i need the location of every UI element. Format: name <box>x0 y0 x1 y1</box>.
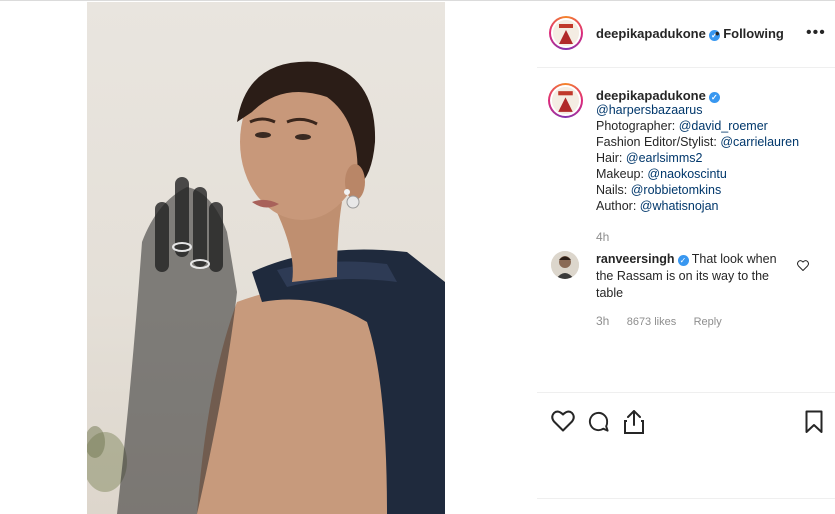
caption-line: Hair: @earlsimms2 <box>596 151 703 165</box>
mention-link[interactable]: @naokoscintu <box>647 167 726 181</box>
commenter-avatar[interactable] <box>551 251 579 279</box>
header-username[interactable]: deepikapadukone ✓ <box>596 26 720 41</box>
mention-link[interactable]: @harpersbazaarus <box>596 103 703 117</box>
caption-line: Makeup: @naokoscintu <box>596 167 727 181</box>
mention-link[interactable]: @earlsimms2 <box>626 151 703 165</box>
save-bookmark-icon[interactable] <box>805 410 823 439</box>
comment-body: ranveersingh ✓ That look when the Rassam … <box>596 251 786 302</box>
follow-status[interactable]: • Following <box>715 26 784 41</box>
mention-link[interactable]: @david_roemer <box>679 119 768 133</box>
instagram-post-page: deepikapadukone ✓ • Following ••• deepika… <box>0 0 835 514</box>
following-button[interactable]: Following <box>723 26 784 41</box>
caption-line: @harpersbazaarus <box>596 103 703 117</box>
harpers-cover-thumbnail <box>553 20 579 46</box>
comment-bubble-icon[interactable] <box>587 410 610 438</box>
caption-line: Fashion Editor/Stylist: @carrielauren <box>596 135 800 149</box>
caption-line: Nails: @robbietomkins <box>596 183 722 197</box>
comment-timestamp[interactable]: 3h <box>596 314 609 328</box>
more-options-icon[interactable]: ••• <box>806 24 826 42</box>
caption-username[interactable]: deepikapadukone ✓ <box>596 88 720 103</box>
like-heart-icon[interactable] <box>551 410 575 437</box>
author-avatar[interactable] <box>549 16 583 50</box>
header-divider <box>537 67 835 68</box>
verified-badge-icon: ✓ <box>677 255 689 266</box>
caption-line: Author: @whatisnojan <box>596 199 719 213</box>
username-text[interactable]: deepikapadukone <box>596 26 706 41</box>
caption-line: Photographer: @david_roemer <box>596 119 768 133</box>
caption-avatar[interactable] <box>548 83 583 118</box>
actions-divider <box>537 392 835 393</box>
verified-badge-icon: ✓ <box>708 92 720 103</box>
comment-meta: 3h 8673 likes Reply <box>596 314 736 328</box>
post-photo[interactable] <box>87 2 445 514</box>
reply-button[interactable]: Reply <box>694 316 722 328</box>
comment-username[interactable]: ranveersingh <box>596 252 675 266</box>
portrait-illustration <box>87 61 445 514</box>
comment-like-heart-icon[interactable] <box>797 258 809 276</box>
mention-link[interactable]: @whatisnojan <box>640 199 719 213</box>
caption-username-text[interactable]: deepikapadukone <box>596 88 706 103</box>
follow-separator: • <box>715 26 720 41</box>
share-icon[interactable] <box>623 409 645 439</box>
comment-likes[interactable]: 8673 likes <box>627 316 677 328</box>
harpers-cover-thumbnail <box>552 87 579 114</box>
caption-timestamp[interactable]: 4h <box>596 230 609 244</box>
mention-link[interactable]: @robbietomkins <box>631 183 722 197</box>
add-comment-divider <box>537 498 835 499</box>
mention-link[interactable]: @carrielauren <box>720 135 799 149</box>
